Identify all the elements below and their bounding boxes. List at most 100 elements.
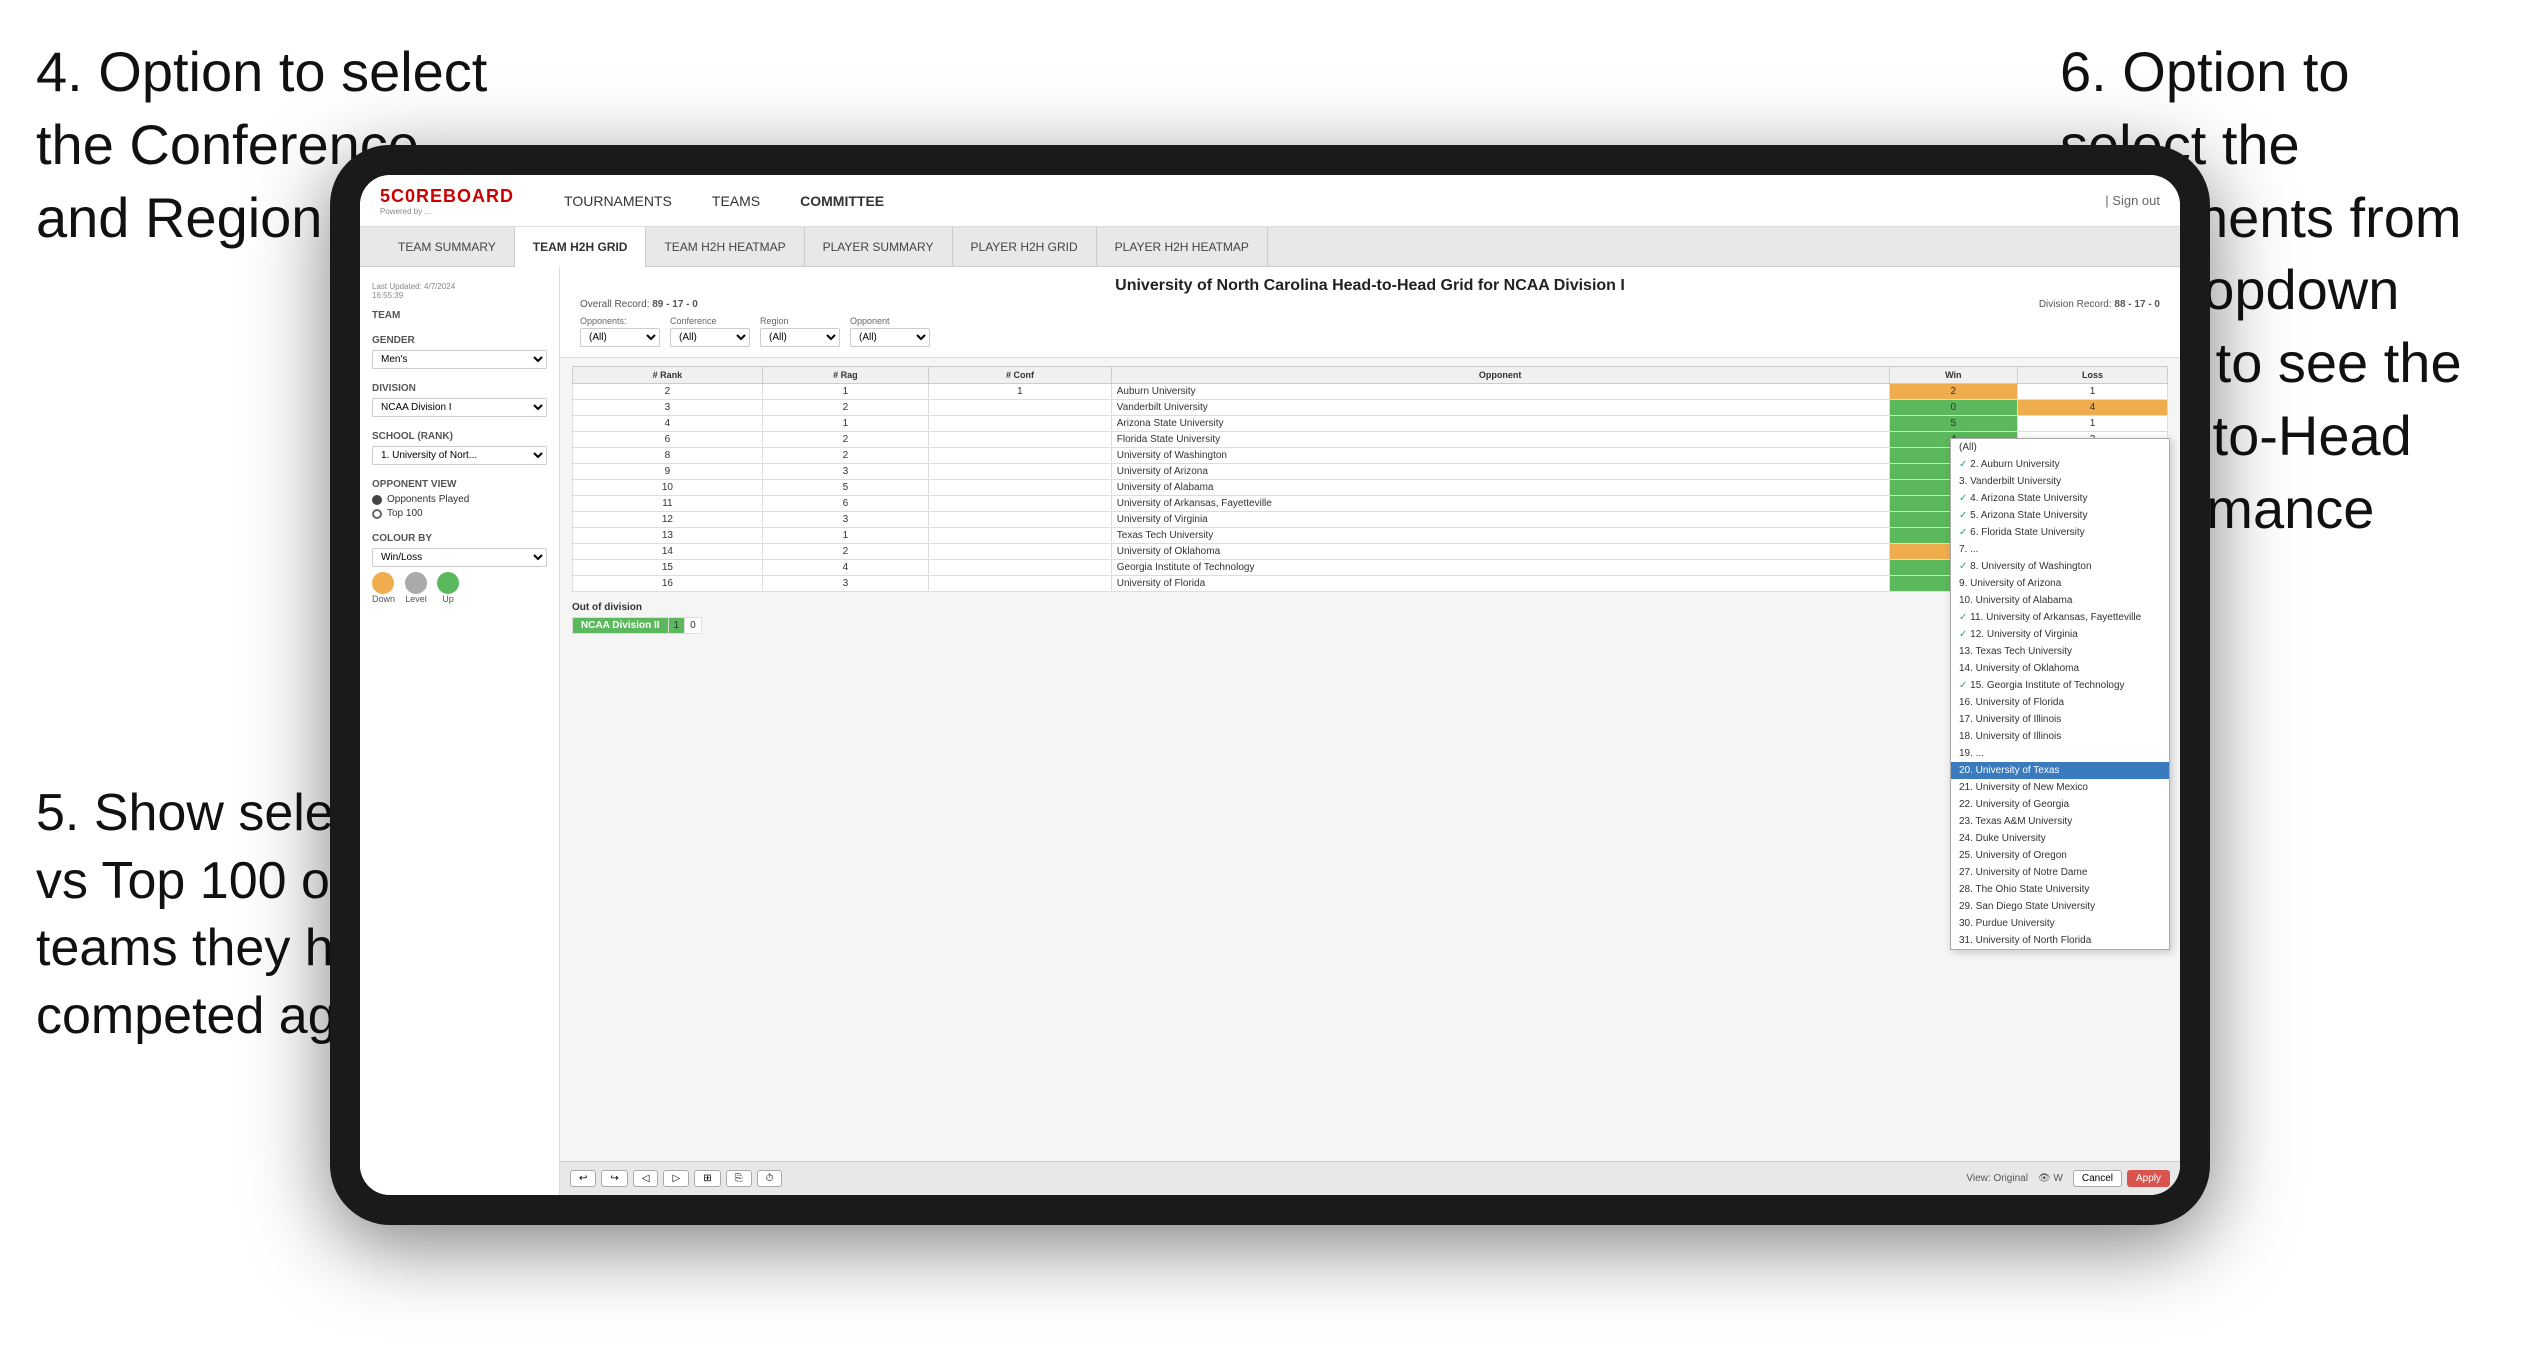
dropdown-item[interactable]: 13. Texas Tech University — [1951, 643, 2169, 660]
dropdown-item[interactable]: 27. University of Notre Dame — [1951, 864, 2169, 881]
app-navbar: 5C0REBOARD Powered by ... TOURNAMENTS TE… — [360, 175, 2180, 227]
view-label: View: Original — [1966, 1173, 2028, 1184]
sidebar-team-section: Team — [372, 310, 547, 321]
table-row: 16 3 University of Florida 3 1 — [573, 576, 2168, 592]
dropdown-item[interactable]: 6. Florida State University — [1951, 524, 2169, 541]
region-filter: Region (All) — [760, 316, 840, 347]
dropdown-item[interactable]: (All) — [1951, 439, 2169, 456]
tablet: 5C0REBOARD Powered by ... TOURNAMENTS TE… — [330, 145, 2210, 1225]
dropdown-item[interactable]: 15. Georgia Institute of Technology — [1951, 677, 2169, 694]
dropdown-item[interactable]: 12. University of Virginia — [1951, 626, 2169, 643]
dropdown-item[interactable]: 20. University of Texas — [1951, 762, 2169, 779]
dropdown-item[interactable]: 5. Arizona State University — [1951, 507, 2169, 524]
toolbar-bottom: ↩ ↪ ◁ ▷ ⊞ ⎘ ⏱ View: Original 👁 W Cancel … — [560, 1161, 2180, 1195]
dropdown-item[interactable]: 17. University of Illinois — [1951, 711, 2169, 728]
colour-level: Level — [405, 572, 427, 604]
division-select[interactable]: NCAA Division I — [372, 398, 547, 417]
dropdown-item[interactable]: 3. Vanderbilt University — [1951, 473, 2169, 490]
forward-button[interactable]: ▷ — [663, 1170, 689, 1187]
nav-teams[interactable]: TEAMS — [712, 193, 760, 209]
opponents-filter-select[interactable]: (All) — [580, 328, 660, 347]
out-div-table: NCAA Division II 1 0 — [572, 617, 702, 634]
table-row: 2 1 1 Auburn University 2 1 — [573, 384, 2168, 400]
team-label: Team — [372, 310, 547, 321]
tablet-screen: 5C0REBOARD Powered by ... TOURNAMENTS TE… — [360, 175, 2180, 1195]
dropdown-item[interactable]: 9. University of Arizona — [1951, 575, 2169, 592]
opponents-filter-label: Opponents: — [580, 316, 660, 326]
table-row: 10 5 University of Alabama 3 0 — [573, 480, 2168, 496]
school-rank-label: School (Rank) — [372, 431, 547, 442]
school-rank-select[interactable]: 1. University of Nort... — [372, 446, 547, 465]
region-filter-label: Region — [760, 316, 840, 326]
table-row: 9 3 University of Arizona 1 0 — [573, 464, 2168, 480]
gender-select[interactable]: Men's — [372, 350, 547, 369]
sidebar-division-section: Division NCAA Division I — [372, 383, 547, 417]
table-row: 11 6 University of Arkansas, Fayettevill… — [573, 496, 2168, 512]
col-win: Win — [1889, 367, 2017, 384]
copy-button[interactable]: ⊞ — [694, 1170, 720, 1187]
subnav-team-h2h-heatmap[interactable]: TEAM H2H HEATMAP — [646, 227, 804, 267]
dropdown-item[interactable]: 25. University of Oregon — [1951, 847, 2169, 864]
region-filter-select[interactable]: (All) — [760, 328, 840, 347]
nav-signout[interactable]: | Sign out — [2105, 193, 2160, 208]
col-rank: # Rank — [573, 367, 763, 384]
dropdown-item[interactable]: 24. Duke University — [1951, 830, 2169, 847]
conference-filter-label: Conference — [670, 316, 750, 326]
dropdown-item[interactable]: 29. San Diego State University — [1951, 898, 2169, 915]
filter-row: Opponents: (All) Conference (All) — [580, 316, 2160, 347]
dropdown-item[interactable]: 8. University of Washington — [1951, 558, 2169, 575]
radio-opponents-played[interactable]: Opponents Played — [372, 494, 547, 505]
table-row: 13 1 Texas Tech University 3 0 — [573, 528, 2168, 544]
apply-button[interactable]: Apply — [2127, 1170, 2170, 1187]
panel-title: University of North Carolina Head-to-Hea… — [580, 277, 2160, 295]
nav-tournaments[interactable]: TOURNAMENTS — [564, 193, 672, 209]
opponent-dropdown[interactable]: (All)2. Auburn University3. Vanderbilt U… — [1950, 438, 2170, 950]
dropdown-item[interactable]: 28. The Ohio State University — [1951, 881, 2169, 898]
dropdown-item[interactable]: 22. University of Georgia — [1951, 796, 2169, 813]
paste-button[interactable]: ⎘ — [726, 1170, 752, 1187]
dropdown-item[interactable]: 18. University of Illinois — [1951, 728, 2169, 745]
clock-button[interactable]: ⏱ — [757, 1170, 783, 1187]
redo-button[interactable]: ↪ — [601, 1170, 627, 1187]
col-loss: Loss — [2018, 367, 2168, 384]
table-row: 15 4 Georgia Institute of Technology 5 1 — [573, 560, 2168, 576]
subnav-player-summary[interactable]: PLAYER SUMMARY — [805, 227, 953, 267]
colour-by-select[interactable]: Win/Loss — [372, 548, 547, 567]
nav-committee[interactable]: COMMITTEE — [800, 193, 884, 209]
dropdown-item[interactable]: 23. Texas A&M University — [1951, 813, 2169, 830]
undo-button[interactable]: ↩ — [570, 1170, 596, 1187]
table-row: NCAA Division II 1 0 — [573, 618, 702, 634]
dropdown-item[interactable]: 4. Arizona State University — [1951, 490, 2169, 507]
opponent-filter-select[interactable]: (All) — [850, 328, 930, 347]
opponents-filter: Opponents: (All) — [580, 316, 660, 347]
table-row: 8 2 University of Washington 1 0 — [573, 448, 2168, 464]
back-button[interactable]: ◁ — [633, 1170, 659, 1187]
dropdown-item[interactable]: 2. Auburn University — [1951, 456, 2169, 473]
subnav-team-summary[interactable]: TEAM SUMMARY — [380, 227, 515, 267]
subnav-player-h2h-grid[interactable]: PLAYER H2H GRID — [953, 227, 1097, 267]
cancel-button[interactable]: Cancel — [2073, 1170, 2122, 1187]
dropdown-item[interactable]: 21. University of New Mexico — [1951, 779, 2169, 796]
dropdown-item[interactable]: 11. University of Arkansas, Fayetteville — [1951, 609, 2169, 626]
subnav-team-h2h-grid[interactable]: TEAM H2H GRID — [515, 227, 647, 267]
dropdown-item[interactable]: 31. University of North Florida — [1951, 932, 2169, 949]
colour-up: Up — [437, 572, 459, 604]
dropdown-item[interactable]: 16. University of Florida — [1951, 694, 2169, 711]
radio-dot-opponents — [372, 495, 382, 505]
dropdown-item[interactable]: 10. University of Alabama — [1951, 592, 2169, 609]
dropdown-item[interactable]: 19. ... — [1951, 745, 2169, 762]
table-row: 6 2 Florida State University 4 2 — [573, 432, 2168, 448]
radio-top100[interactable]: Top 100 — [372, 508, 547, 519]
table-row: 14 2 University of Oklahoma 2 2 — [573, 544, 2168, 560]
conference-filter-select[interactable]: (All) — [670, 328, 750, 347]
colour-dots: Down Level Up — [372, 572, 547, 604]
division-label: Division — [372, 383, 547, 394]
subnav-player-h2h-heatmap[interactable]: PLAYER H2H HEATMAP — [1097, 227, 1268, 267]
sub-nav: TEAM SUMMARY TEAM H2H GRID TEAM H2H HEAT… — [360, 227, 2180, 267]
sidebar-gender-section: Gender Men's — [372, 335, 547, 369]
dropdown-item[interactable]: 30. Purdue University — [1951, 915, 2169, 932]
dropdown-item[interactable]: 7. ... — [1951, 541, 2169, 558]
opponent-view-section: Opponent View Opponents Played Top 100 — [372, 479, 547, 519]
table-container: # Rank # Rag # Conf Opponent Win Loss 2 … — [560, 358, 2180, 1161]
dropdown-item[interactable]: 14. University of Oklahoma — [1951, 660, 2169, 677]
